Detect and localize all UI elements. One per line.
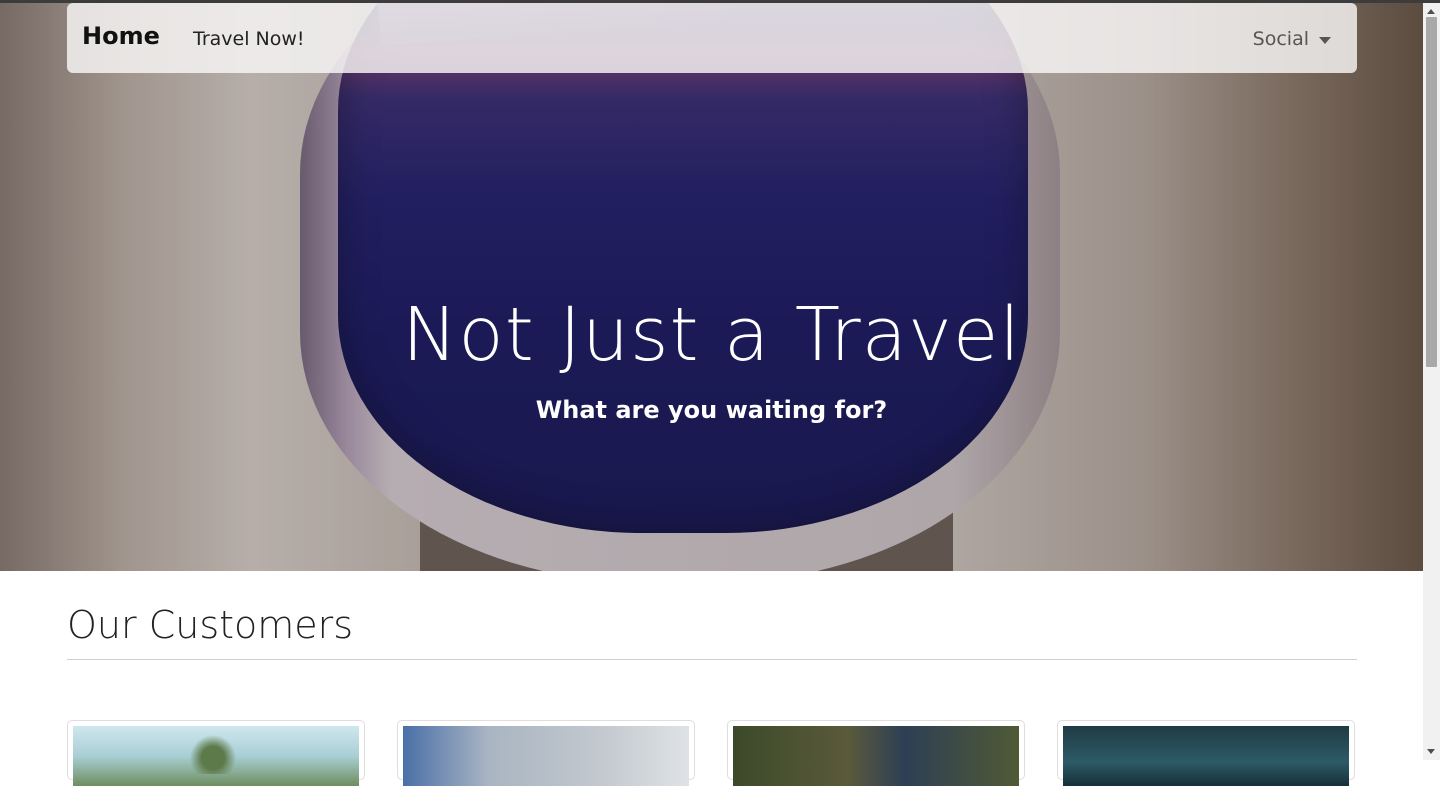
scroll-thumb[interactable] [1426,17,1437,367]
vertical-scrollbar[interactable] [1423,3,1440,760]
person-in-tree-photo [733,726,1019,786]
navbar: Home Travel Now! Social [67,3,1357,73]
hero-banner: Not Just a Travel What are you waiting f… [0,3,1423,571]
travel-now-link[interactable]: Travel Now! [193,28,305,50]
hero-subtitle: What are you waiting for? [535,396,888,424]
customer-card[interactable] [1057,720,1355,786]
hero-title: Not Just a Travel [402,292,1021,378]
customer-card[interactable] [397,720,695,786]
section-divider [67,659,1357,660]
hero-overlay [0,3,1423,571]
scroll-up-arrow-icon[interactable] [1427,9,1435,14]
social-dropdown-label: Social [1252,28,1309,50]
dropdown-caret-icon [1319,36,1331,44]
water-photo [1063,726,1349,786]
palm-tree-shape [183,734,243,774]
man-running-photo [403,726,689,786]
home-link[interactable]: Home [82,22,160,50]
customers-heading: Our Customers [67,603,354,647]
customer-card[interactable] [727,720,1025,786]
customer-card[interactable] [67,720,365,786]
palm-trees-photo [73,726,359,786]
social-dropdown[interactable]: Social [1253,28,1331,50]
scroll-down-arrow-icon[interactable] [1427,749,1435,754]
